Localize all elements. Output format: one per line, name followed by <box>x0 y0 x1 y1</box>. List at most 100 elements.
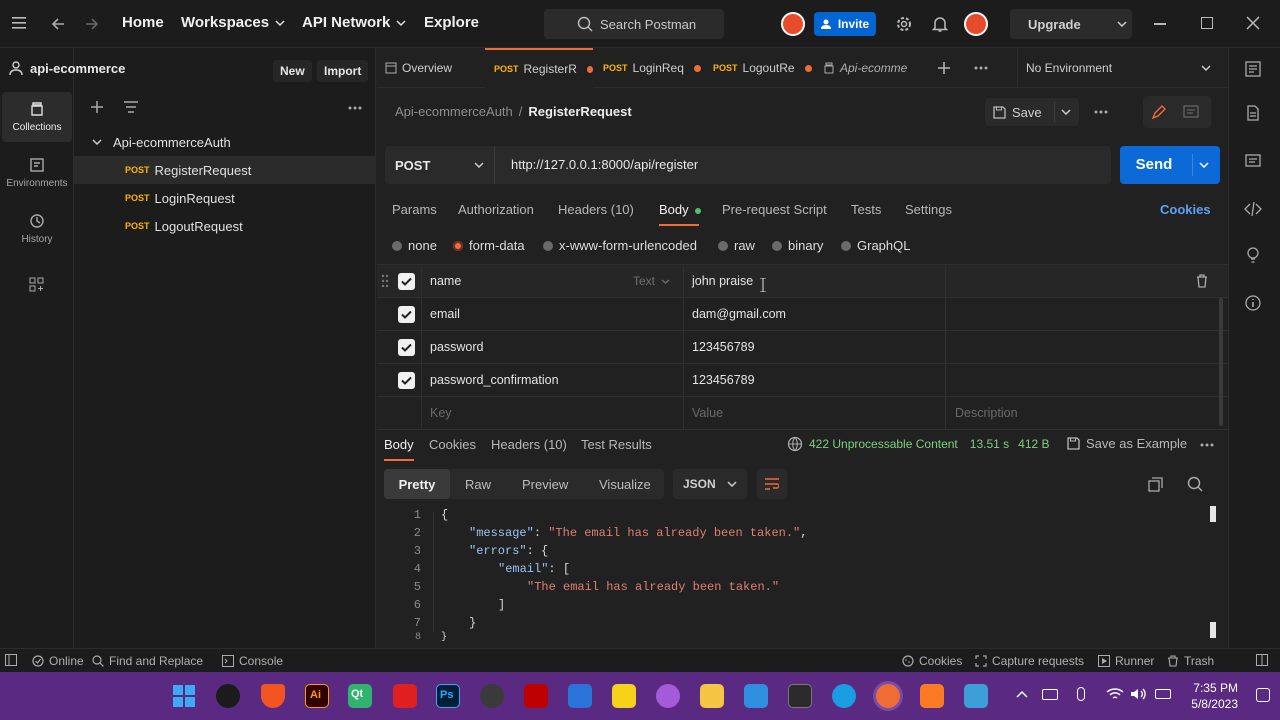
rail-add-apps[interactable] <box>2 260 72 310</box>
tab-authorization[interactable]: Authorization <box>458 202 534 217</box>
edge-browser-icon[interactable] <box>832 684 856 708</box>
settings-gear-icon[interactable] <box>895 15 913 33</box>
drag-handle-icon[interactable] <box>381 274 389 288</box>
view-toggle[interactable] <box>1143 96 1211 128</box>
import-button[interactable]: Import <box>317 60 369 82</box>
row-checkbox[interactable] <box>398 372 415 389</box>
view-tab-visualize[interactable]: Visualize <box>599 469 651 499</box>
minimize-icon[interactable] <box>1154 23 1166 25</box>
url-input[interactable]: http://127.0.0.1:8000/api/register <box>511 157 698 172</box>
tab-logout-request[interactable]: POST LogoutRe <box>713 48 812 88</box>
resp-tab-headers[interactable]: Headers (10) <box>491 437 567 452</box>
back-arrow-icon[interactable] <box>50 16 66 32</box>
form-key[interactable]: name <box>430 274 461 288</box>
tab-tests[interactable]: Tests <box>851 202 881 217</box>
view-tab-preview[interactable]: Preview <box>522 469 568 499</box>
radio-none[interactable]: none <box>392 238 437 253</box>
wrap-lines-button[interactable] <box>757 469 787 499</box>
save-as-example-button[interactable]: Save as Example <box>1067 436 1187 451</box>
radio-raw[interactable]: raw <box>718 238 755 253</box>
code-snippet-icon[interactable] <box>1244 200 1262 218</box>
search-response-icon[interactable] <box>1187 476 1203 492</box>
resp-tab-body[interactable]: Body <box>384 437 414 461</box>
form-key[interactable]: password <box>430 340 484 354</box>
wifi-icon[interactable] <box>1106 687 1124 701</box>
wps-icon[interactable] <box>393 684 417 708</box>
row-checkbox[interactable] <box>398 273 415 290</box>
response-size[interactable]: 412 B <box>1018 437 1049 451</box>
add-collection-icon[interactable] <box>90 100 104 114</box>
delete-trash-icon[interactable] <box>1196 274 1208 288</box>
system-clock[interactable]: 7:35 PM 5/8/2023 <box>1190 680 1238 712</box>
layout-icon[interactable] <box>1256 654 1268 666</box>
format-select[interactable]: JSON <box>673 469 747 499</box>
new-tab-icon[interactable] <box>937 61 951 75</box>
team-avatar-icon[interactable] <box>781 12 805 36</box>
illustrator-icon[interactable]: Ai <box>305 684 329 708</box>
edit-pencil-icon[interactable] <box>1151 104 1167 120</box>
tab-body[interactable]: Body <box>659 202 702 226</box>
nav-api-network[interactable]: API Network <box>302 14 406 31</box>
obs-icon[interactable] <box>480 684 504 708</box>
form-key[interactable]: email <box>430 307 460 321</box>
rail-environments[interactable]: Environments <box>2 148 72 198</box>
request-more-icon[interactable] <box>1094 110 1108 114</box>
globe-icon[interactable] <box>787 436 803 452</box>
qt-icon[interactable]: Qt <box>348 684 372 708</box>
key-placeholder[interactable]: Key <box>430 406 452 420</box>
github-icon[interactable] <box>216 684 240 708</box>
api-workspace-icon[interactable] <box>1244 60 1262 78</box>
battery-icon[interactable] <box>1155 689 1171 699</box>
more-options-icon[interactable] <box>348 106 362 110</box>
maximize-icon[interactable] <box>1201 17 1213 29</box>
brave-browser-icon[interactable] <box>261 684 285 708</box>
file-explorer-icon[interactable] <box>700 684 724 708</box>
request-item-login[interactable]: POST LoginRequest <box>74 184 376 212</box>
notification-center-icon[interactable] <box>1256 688 1270 702</box>
response-code-viewer[interactable]: 1 2 3 4 5 6 7 8 { "message": "The email … <box>377 506 1228 643</box>
scrollbar[interactable] <box>1219 298 1223 426</box>
form-value[interactable]: 123456789 <box>692 340 755 354</box>
close-icon[interactable] <box>1246 16 1260 30</box>
view-tab-raw[interactable]: Raw <box>465 469 491 499</box>
menu-icon[interactable] <box>12 17 26 29</box>
view-tab-pretty[interactable]: Pretty <box>384 469 450 499</box>
type-select[interactable]: Text <box>633 274 670 288</box>
collection-item[interactable]: Api-ecommerceAuth <box>74 128 376 156</box>
form-value[interactable]: dam@gmail.com <box>692 307 786 321</box>
user-avatar[interactable] <box>964 12 988 36</box>
notifications-bell-icon[interactable] <box>932 15 948 33</box>
tab-register-request[interactable]: POST RegisterR <box>485 48 593 88</box>
tab-overview[interactable]: Overview <box>385 48 452 88</box>
form-key[interactable]: password_confirmation <box>430 373 559 387</box>
radio-form-data[interactable]: form-data <box>453 238 525 253</box>
status-code[interactable]: 422 Unprocessable Content <box>809 437 958 451</box>
response-time[interactable]: 13.51 s <box>970 437 1009 451</box>
chevron-up-icon[interactable] <box>1016 690 1028 698</box>
request-item-register[interactable]: POST RegisterRequest <box>74 156 376 184</box>
trash-button[interactable]: Trash <box>1167 654 1214 668</box>
toggle-sidebar-icon[interactable] <box>5 654 17 666</box>
cookies-status-button[interactable]: Cookies <box>902 654 962 668</box>
description-placeholder[interactable]: Description <box>955 406 1018 420</box>
volume-icon[interactable] <box>1130 687 1148 701</box>
store-icon[interactable] <box>568 684 592 708</box>
vscode-icon[interactable] <box>744 684 768 708</box>
cookies-link[interactable]: Cookies <box>1160 202 1211 217</box>
row-checkbox[interactable] <box>398 339 415 356</box>
find-replace-button[interactable]: Find and Replace <box>92 654 203 668</box>
documentation-icon[interactable] <box>1244 104 1262 122</box>
save-button[interactable]: Save <box>985 98 1079 126</box>
resp-tab-test-results[interactable]: Test Results <box>581 437 652 452</box>
radio-binary[interactable]: binary <box>772 238 823 253</box>
copy-icon[interactable] <box>1148 477 1163 492</box>
info-icon[interactable] <box>1244 294 1262 312</box>
breadcrumb-parent[interactable]: Api-ecommerceAuth <box>395 104 513 119</box>
rail-history[interactable]: History <box>2 204 72 254</box>
request-item-logout[interactable]: POST LogoutRequest <box>74 212 376 240</box>
resp-tab-cookies[interactable]: Cookies <box>429 437 476 452</box>
search-input[interactable]: Search Postman <box>544 9 724 39</box>
microphone-icon[interactable] <box>1077 687 1085 701</box>
postman-app-icon[interactable] <box>876 684 900 708</box>
nav-home[interactable]: Home <box>122 14 164 31</box>
